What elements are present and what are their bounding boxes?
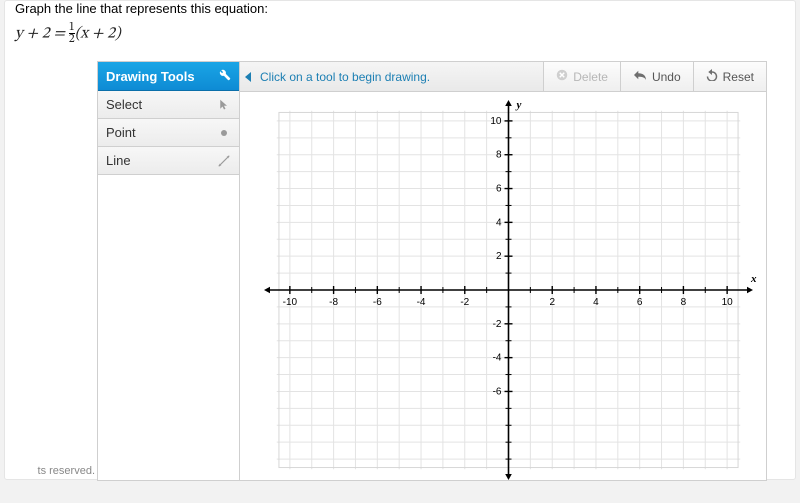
delete-icon bbox=[556, 69, 568, 84]
svg-text:2: 2 bbox=[496, 251, 502, 262]
svg-text:-4: -4 bbox=[493, 353, 502, 364]
svg-text:10: 10 bbox=[722, 297, 734, 308]
svg-text:y: y bbox=[515, 99, 522, 111]
equation-right: (x + 2) bbox=[75, 25, 121, 41]
footer-reserved-text: ts reserved. bbox=[0, 465, 95, 477]
svg-text:8: 8 bbox=[681, 297, 687, 308]
canvas-toolbar: Click on a tool to begin drawing. Delete… bbox=[240, 62, 766, 92]
tool-panel: Drawing Tools Select Point Line bbox=[97, 61, 239, 481]
svg-text:-4: -4 bbox=[417, 297, 426, 308]
workspace: Drawing Tools Select Point Line bbox=[97, 61, 767, 481]
tool-select-label: Select bbox=[106, 97, 142, 112]
canvas-panel: Click on a tool to begin drawing. Delete… bbox=[239, 61, 767, 481]
undo-icon bbox=[633, 69, 647, 84]
svg-text:-8: -8 bbox=[329, 297, 338, 308]
svg-text:x: x bbox=[750, 273, 757, 285]
question-prompt: Graph the line that represents this equa… bbox=[15, 1, 785, 16]
undo-label: Undo bbox=[652, 70, 681, 84]
svg-text:10: 10 bbox=[490, 116, 502, 127]
wrench-icon[interactable] bbox=[218, 68, 231, 84]
undo-button[interactable]: Undo bbox=[620, 62, 693, 91]
tool-line[interactable]: Line bbox=[98, 147, 239, 175]
svg-text:2: 2 bbox=[549, 297, 555, 308]
svg-text:4: 4 bbox=[593, 297, 599, 308]
question-container: Graph the line that represents this equa… bbox=[5, 1, 795, 61]
svg-text:6: 6 bbox=[637, 297, 643, 308]
delete-label: Delete bbox=[573, 70, 608, 84]
dot-icon bbox=[217, 126, 231, 140]
collapse-sidebar-button[interactable] bbox=[240, 62, 258, 91]
tool-panel-title: Drawing Tools bbox=[106, 69, 195, 84]
question-equation: y + 2 = 1 2 (x + 2) bbox=[15, 16, 785, 55]
tool-panel-filler bbox=[98, 175, 239, 480]
equation-left: y + 2 = bbox=[15, 25, 65, 41]
line-arrows-icon bbox=[217, 154, 231, 168]
tool-point-label: Point bbox=[106, 125, 136, 140]
coordinate-grid: -10 -8 -6 -4 -2 2 4 6 8 10 -6 -4 -2 2 4 6 8 10 x y bbox=[240, 92, 766, 480]
svg-text:-6: -6 bbox=[373, 297, 382, 308]
svg-text:-2: -2 bbox=[493, 319, 502, 330]
tool-point[interactable]: Point bbox=[98, 119, 239, 147]
tool-panel-header: Drawing Tools bbox=[98, 62, 239, 91]
reset-icon bbox=[706, 69, 718, 84]
toolbar-hint: Click on a tool to begin drawing. bbox=[258, 62, 543, 91]
svg-text:4: 4 bbox=[496, 217, 502, 228]
svg-text:-10: -10 bbox=[283, 297, 298, 308]
svg-text:-6: -6 bbox=[493, 386, 502, 397]
svg-text:6: 6 bbox=[496, 184, 502, 195]
svg-text:-2: -2 bbox=[460, 297, 469, 308]
cursor-icon bbox=[217, 98, 231, 112]
reset-button[interactable]: Reset bbox=[693, 62, 766, 91]
delete-button[interactable]: Delete bbox=[543, 62, 620, 91]
graph-canvas[interactable]: -10 -8 -6 -4 -2 2 4 6 8 10 -6 -4 -2 2 4 6 8 10 x y bbox=[240, 92, 766, 480]
tool-line-label: Line bbox=[106, 153, 131, 168]
svg-text:8: 8 bbox=[496, 150, 502, 161]
tool-select[interactable]: Select bbox=[98, 91, 239, 119]
reset-label: Reset bbox=[723, 70, 754, 84]
